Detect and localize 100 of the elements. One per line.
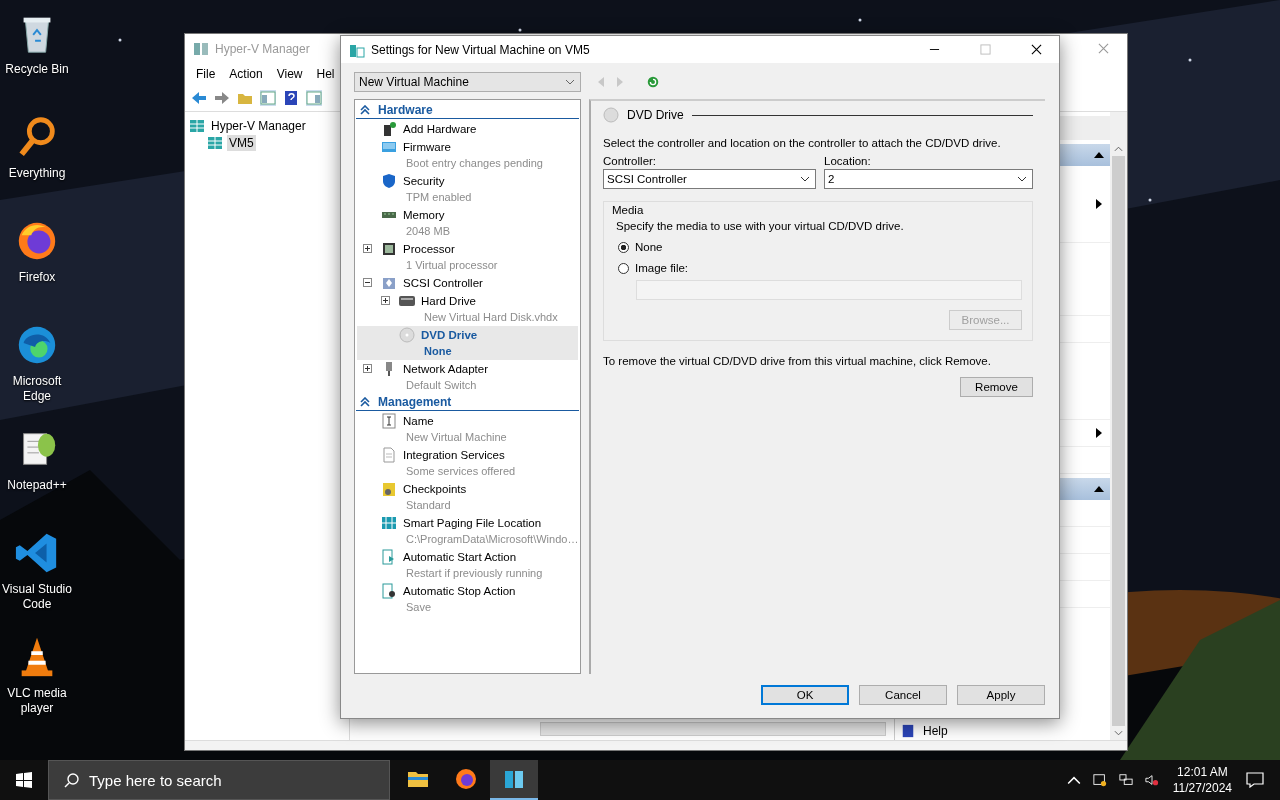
- settings-item[interactable]: Security TPM enabled: [357, 172, 578, 206]
- chip-icon: [381, 241, 397, 257]
- scroll-down-icon[interactable]: [1114, 730, 1123, 736]
- horizontal-scrollbar[interactable]: [540, 722, 886, 736]
- back-icon[interactable]: [191, 90, 207, 106]
- settings-item[interactable]: Hard Drive New Virtual Hard Disk.vhdx: [357, 292, 578, 326]
- item-name: SCSI Controller: [403, 276, 483, 291]
- scroll-up-icon[interactable]: [1114, 146, 1123, 152]
- item-name: Automatic Stop Action: [403, 584, 516, 599]
- paging-icon: [381, 515, 397, 531]
- section-header[interactable]: Hardware: [378, 103, 433, 117]
- item-detail: Some services offered: [405, 464, 516, 479]
- radio-button[interactable]: [618, 262, 629, 274]
- item-detail: 2048 MB: [405, 224, 451, 239]
- media-text: Specify the media to use with your virtual CD/DVD drive.: [616, 220, 905, 232]
- radio-button[interactable]: [618, 241, 629, 253]
- settings-item[interactable]: Name New Virtual Machine: [357, 412, 578, 446]
- tree-item[interactable]: VM5: [227, 135, 256, 151]
- hardware-add-icon: [381, 121, 397, 137]
- caret-icon: [800, 176, 810, 182]
- item-detail: Boot entry changes pending: [405, 156, 543, 171]
- menu-item[interactable]: View: [269, 67, 310, 81]
- location-dropdown[interactable]: 2: [824, 169, 1033, 189]
- item-detail: Restart if previously running: [405, 566, 543, 581]
- settings-item[interactable]: Automatic Start Action Restart if previously running: [357, 548, 578, 582]
- collapse-icon[interactable]: [360, 397, 370, 407]
- shield-icon: [381, 173, 397, 189]
- item-detail: New Virtual Machine: [405, 430, 507, 445]
- item-detail: None: [423, 344, 453, 359]
- panel-heading: DVD Drive: [627, 108, 684, 122]
- expander-icon[interactable]: [363, 244, 372, 253]
- taskbar-app[interactable]: [490, 760, 538, 800]
- item-detail: Default Switch: [405, 378, 478, 393]
- remove-button[interactable]: Remove: [960, 377, 1033, 397]
- stop-action-icon: [381, 583, 397, 599]
- desktop-icon-label[interactable]: Notepad++: [0, 478, 74, 493]
- desktop-icon-label[interactable]: Firefox: [0, 270, 74, 285]
- collapse-icon[interactable]: [1094, 152, 1104, 158]
- item-name: Smart Paging File Location: [403, 516, 543, 531]
- submenu-arrow-icon[interactable]: [1096, 428, 1102, 438]
- desktop-icon-label[interactable]: Everything: [0, 166, 74, 181]
- section-header[interactable]: Management: [378, 395, 452, 409]
- item-detail: New Virtual Hard Disk.vhdx: [423, 310, 558, 325]
- collapse-icon[interactable]: [1094, 486, 1104, 492]
- controller-dropdown[interactable]: SCSI Controller: [603, 169, 816, 189]
- item-name: Name: [403, 414, 435, 429]
- field-label: Controller:: [603, 155, 658, 167]
- close-icon[interactable]: [1098, 43, 1109, 54]
- item-detail: 1 Virtual processor: [405, 258, 498, 273]
- monitor-icon: [381, 139, 397, 155]
- window-title: Settings for New Virtual Machine on VM5: [371, 42, 590, 57]
- item-name: Add Hardware: [403, 122, 477, 137]
- refresh-icon[interactable]: [646, 75, 660, 89]
- server-icon: [207, 135, 223, 151]
- desktop-icon-label[interactable]: VLC media player: [0, 686, 74, 716]
- settings-item[interactable]: Smart Paging File Location C:\ProgramData\Microsoft\Windo…: [357, 514, 578, 548]
- desktop-icon-label[interactable]: Recycle Bin: [0, 62, 74, 77]
- menu-item[interactable]: Hel: [309, 67, 342, 81]
- disc-icon: [399, 327, 415, 343]
- collapse-icon[interactable]: [360, 105, 370, 115]
- menu-item[interactable]: Action: [222, 67, 270, 81]
- settings-item[interactable]: SCSI Controller: [357, 274, 578, 292]
- dialog-button[interactable]: OK: [761, 685, 849, 705]
- clock-date[interactable]: 11/27/2024: [1172, 780, 1232, 796]
- settings-item[interactable]: DVD Drive None: [357, 326, 578, 360]
- settings-item[interactable]: Automatic Stop Action Save: [357, 582, 578, 616]
- notification-icon[interactable]: [1246, 772, 1264, 788]
- settings-item[interactable]: Network Adapter Default Switch: [357, 360, 578, 394]
- radio-label[interactable]: Image file:: [635, 262, 689, 274]
- server-icon: [193, 40, 209, 57]
- settings-item[interactable]: Add Hardware: [357, 120, 578, 138]
- help-link[interactable]: Help: [923, 723, 948, 738]
- desktop-icon-label[interactable]: Microsoft Edge: [0, 374, 74, 404]
- remove-text: To remove the virtual CD/DVD drive from this virtual machine, click Remove.: [603, 355, 992, 367]
- vertical-scrollbar[interactable]: [1110, 112, 1127, 740]
- dialog-button[interactable]: Apply: [957, 685, 1045, 705]
- item-name: Security: [403, 174, 446, 189]
- settings-item[interactable]: Processor 1 Virtual processor: [357, 240, 578, 274]
- desktop-icon-label[interactable]: Visual Studio Code: [0, 582, 74, 612]
- settings-item[interactable]: Checkpoints Standard: [357, 480, 578, 514]
- text-cursor-icon: [381, 413, 397, 429]
- settings-item[interactable]: Memory 2048 MB: [357, 206, 578, 240]
- expander-icon[interactable]: [363, 278, 372, 287]
- item-detail: C:\ProgramData\Microsoft\Windo…: [405, 532, 579, 547]
- vm-dropdown[interactable]: New Virtual Machine: [354, 72, 581, 92]
- expander-icon[interactable]: [381, 296, 390, 305]
- expander-icon[interactable]: [363, 364, 372, 373]
- controller-icon: [381, 275, 397, 291]
- clock-time[interactable]: 12:01 AM: [1177, 764, 1228, 780]
- dialog-button[interactable]: Cancel: [859, 685, 947, 705]
- item-detail: Standard: [405, 498, 452, 513]
- submenu-arrow-icon[interactable]: [1096, 199, 1102, 209]
- radio-label[interactable]: None: [635, 241, 663, 253]
- tree-item[interactable]: Hyper-V Manager: [209, 118, 308, 134]
- menu-item[interactable]: File: [189, 67, 223, 81]
- search-field[interactable]: Type here to search: [48, 760, 390, 800]
- field-label: Location:: [824, 155, 872, 167]
- settings-item[interactable]: Integration Services Some services offered: [357, 446, 578, 480]
- forward-icon[interactable]: [214, 90, 230, 106]
- settings-item[interactable]: Firmware Boot entry changes pending: [357, 138, 578, 172]
